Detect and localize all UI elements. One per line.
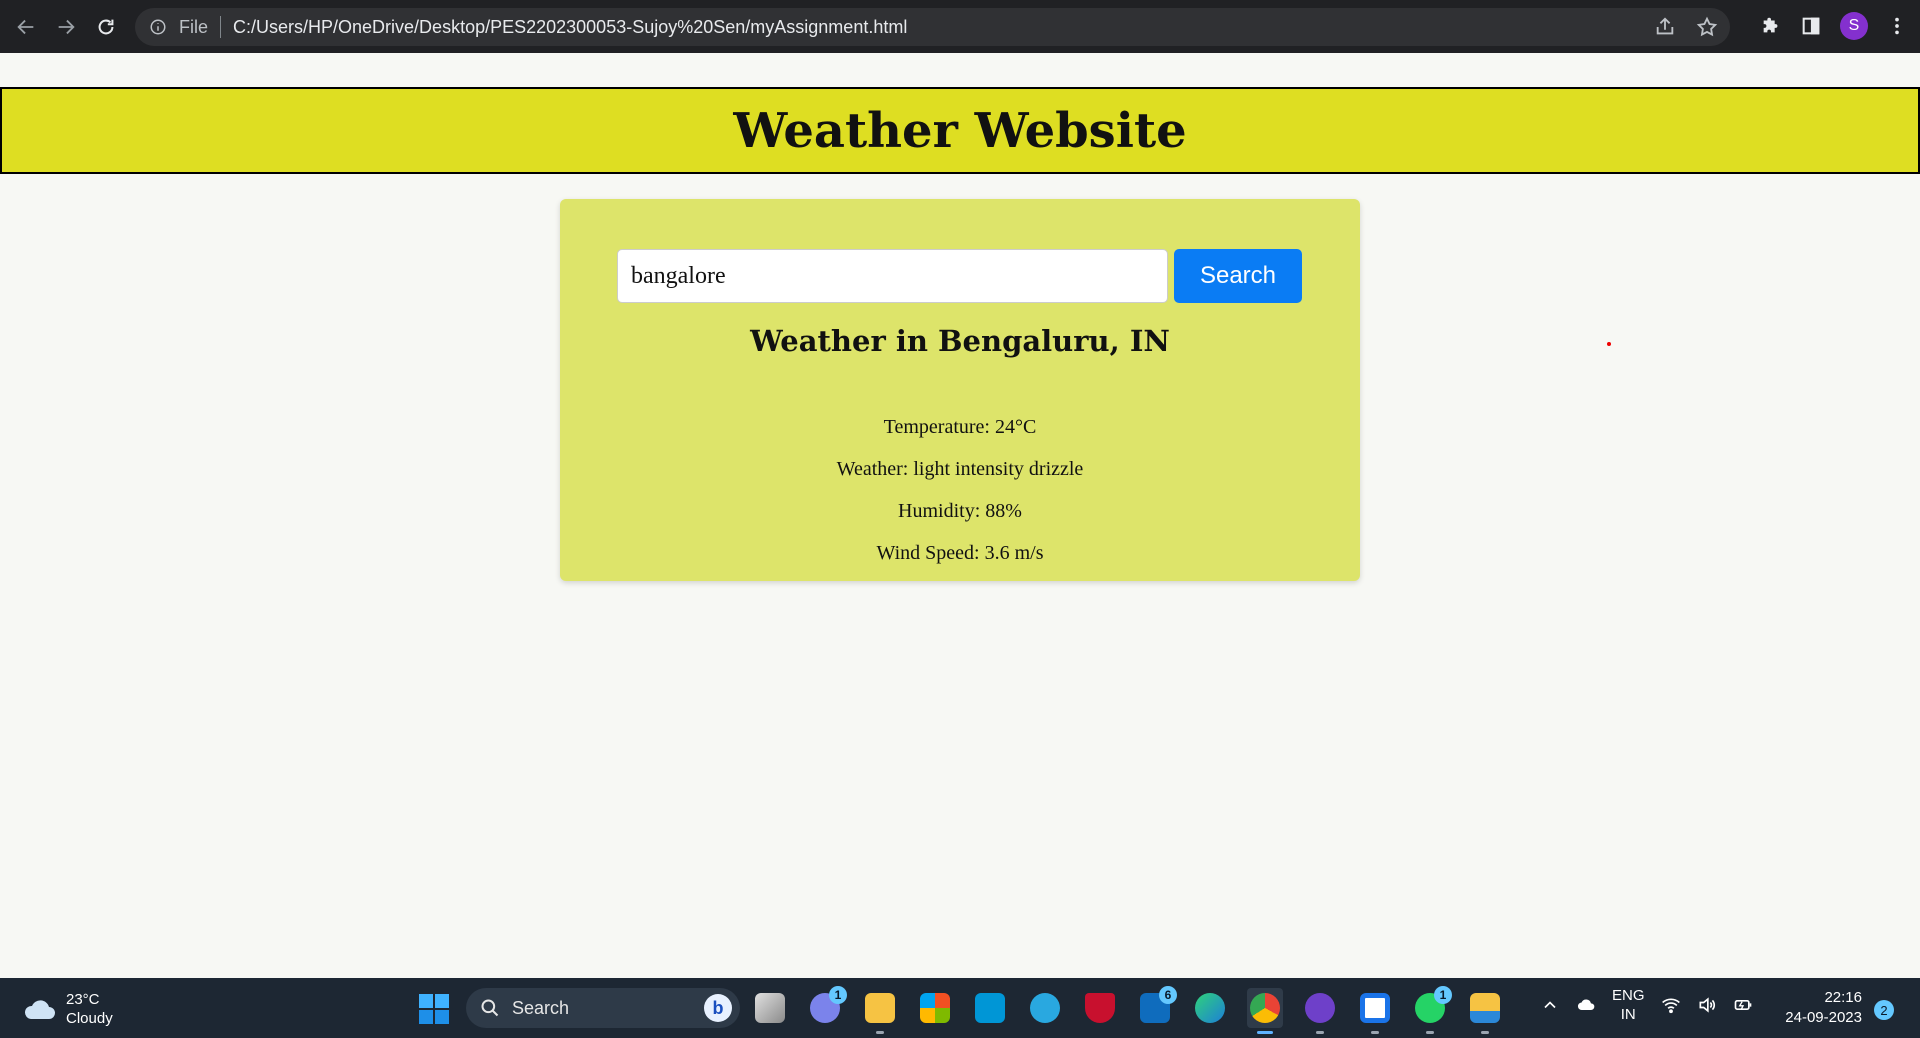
running-indicator <box>1481 1031 1489 1034</box>
language-indicator[interactable]: ENG IN <box>1612 986 1645 1024</box>
file-label: File <box>179 16 209 37</box>
teams-chat-button[interactable]: 1 <box>807 986 847 1028</box>
address-bar[interactable]: File C:/Users/HP/OneDrive/Desktop/PES220… <box>135 8 1730 46</box>
url-text[interactable]: C:/Users/HP/OneDrive/Desktop/PES22023000… <box>233 17 907 38</box>
side-panel-icon[interactable] <box>1800 15 1822 37</box>
menu-dots-icon[interactable] <box>1886 15 1908 37</box>
file-manager-icon <box>1470 993 1500 1023</box>
microsoft-store-button[interactable] <box>917 988 953 1028</box>
volume-icon[interactable] <box>1697 995 1717 1015</box>
running-indicator <box>1426 1031 1434 1034</box>
reload-button[interactable] <box>86 7 126 47</box>
result-heading: Weather in Bengaluru, IN <box>750 324 1170 358</box>
notification-badge[interactable]: 2 <box>1874 1000 1894 1020</box>
city-search-input[interactable] <box>617 249 1168 303</box>
taskbar-apps: 1 6 1 <box>752 986 1503 1034</box>
store-icon <box>920 993 950 1023</box>
app-window-button[interactable] <box>1357 988 1393 1034</box>
mcafee-shield-icon <box>1085 993 1115 1023</box>
site-header: Weather Website <box>0 87 1920 174</box>
teams-badge: 1 <box>829 986 847 1004</box>
forward-button[interactable] <box>46 7 86 47</box>
file-explorer-button[interactable] <box>862 988 898 1034</box>
task-view-button[interactable] <box>752 988 788 1028</box>
address-divider <box>220 16 222 38</box>
onedrive-cloud-icon[interactable] <box>1576 995 1596 1015</box>
info-icon[interactable] <box>149 18 167 36</box>
wifi-icon[interactable] <box>1661 995 1681 1015</box>
battery-icon[interactable] <box>1733 995 1753 1015</box>
window-icon <box>1360 993 1390 1023</box>
file-manager-button[interactable] <box>1467 988 1503 1034</box>
arrow-left-icon <box>17 19 34 34</box>
wind-speed-text: Wind Speed: 3.6 m/s <box>876 542 1044 564</box>
mcafee-button[interactable] <box>1082 988 1118 1028</box>
edge-icon <box>1195 993 1225 1023</box>
clock-time: 22:16 <box>1824 989 1862 1006</box>
mail-badge: 6 <box>1159 986 1177 1004</box>
reload-icon <box>98 19 114 34</box>
help-icon <box>1030 993 1060 1023</box>
browser-toolbar: File C:/Users/HP/OneDrive/Desktop/PES220… <box>0 0 1920 53</box>
mail-button[interactable]: 6 <box>1137 986 1177 1028</box>
running-indicator <box>1257 1031 1273 1034</box>
weather-card: Search Weather in Bengaluru, IN Temperat… <box>560 199 1360 581</box>
whatsapp-button[interactable]: 1 <box>1412 986 1452 1034</box>
myhp-button[interactable] <box>972 988 1008 1028</box>
region-code: IN <box>1620 1006 1636 1023</box>
task-view-icon <box>755 993 785 1023</box>
edge-button[interactable] <box>1192 988 1228 1028</box>
star-icon[interactable] <box>1696 16 1718 38</box>
running-indicator <box>1316 1031 1324 1034</box>
running-indicator <box>1371 1031 1379 1034</box>
bing-icon[interactable]: b <box>704 994 732 1022</box>
windows-taskbar: 23°C Cloudy Search b 1 6 1 ENG IN 22:16 … <box>0 978 1920 1038</box>
github-icon <box>1305 993 1335 1023</box>
taskbar-weather-desc: Cloudy <box>66 1010 113 1027</box>
cursor-dot <box>1607 342 1611 346</box>
taskbar-search[interactable]: Search b <box>466 988 740 1028</box>
humidity-text: Humidity: 88% <box>898 500 1022 522</box>
running-indicator <box>876 1031 884 1034</box>
clock-date: 24-09-2023 <box>1785 1009 1862 1026</box>
arrow-right-icon <box>58 19 75 34</box>
weather-widget[interactable]: 23°C Cloudy <box>22 990 113 1028</box>
myhp-icon <box>975 993 1005 1023</box>
cloud-icon <box>24 1000 55 1019</box>
chrome-icon <box>1250 993 1280 1023</box>
temperature-text: Temperature: 24°C <box>883 416 1037 438</box>
page-title: Weather Website <box>733 102 1187 159</box>
github-desktop-button[interactable] <box>1302 988 1338 1034</box>
search-button[interactable]: Search <box>1174 249 1302 303</box>
weather-description-text: Weather: light intensity drizzle <box>836 458 1084 480</box>
search-form: Search <box>617 249 1302 303</box>
language-code: ENG <box>1612 987 1645 1004</box>
taskbar-search-label: Search <box>512 997 570 1018</box>
chevron-up-icon[interactable] <box>1540 995 1560 1015</box>
extensions-icon[interactable] <box>1760 15 1782 37</box>
taskbar-clock[interactable]: 22:16 24-09-2023 <box>1780 988 1862 1028</box>
whatsapp-badge: 1 <box>1434 986 1452 1004</box>
windows-start-icon[interactable] <box>419 994 449 1024</box>
taskbar-weather-temp: 23°C <box>66 991 100 1008</box>
back-button[interactable] <box>6 7 46 47</box>
system-tray: ENG IN <box>1540 986 1753 1024</box>
help-button[interactable] <box>1027 988 1063 1028</box>
share-icon[interactable] <box>1654 16 1676 38</box>
folder-icon <box>865 993 895 1023</box>
chrome-button[interactable] <box>1247 988 1283 1034</box>
search-icon <box>481 999 499 1017</box>
profile-avatar[interactable]: S <box>1840 12 1868 40</box>
